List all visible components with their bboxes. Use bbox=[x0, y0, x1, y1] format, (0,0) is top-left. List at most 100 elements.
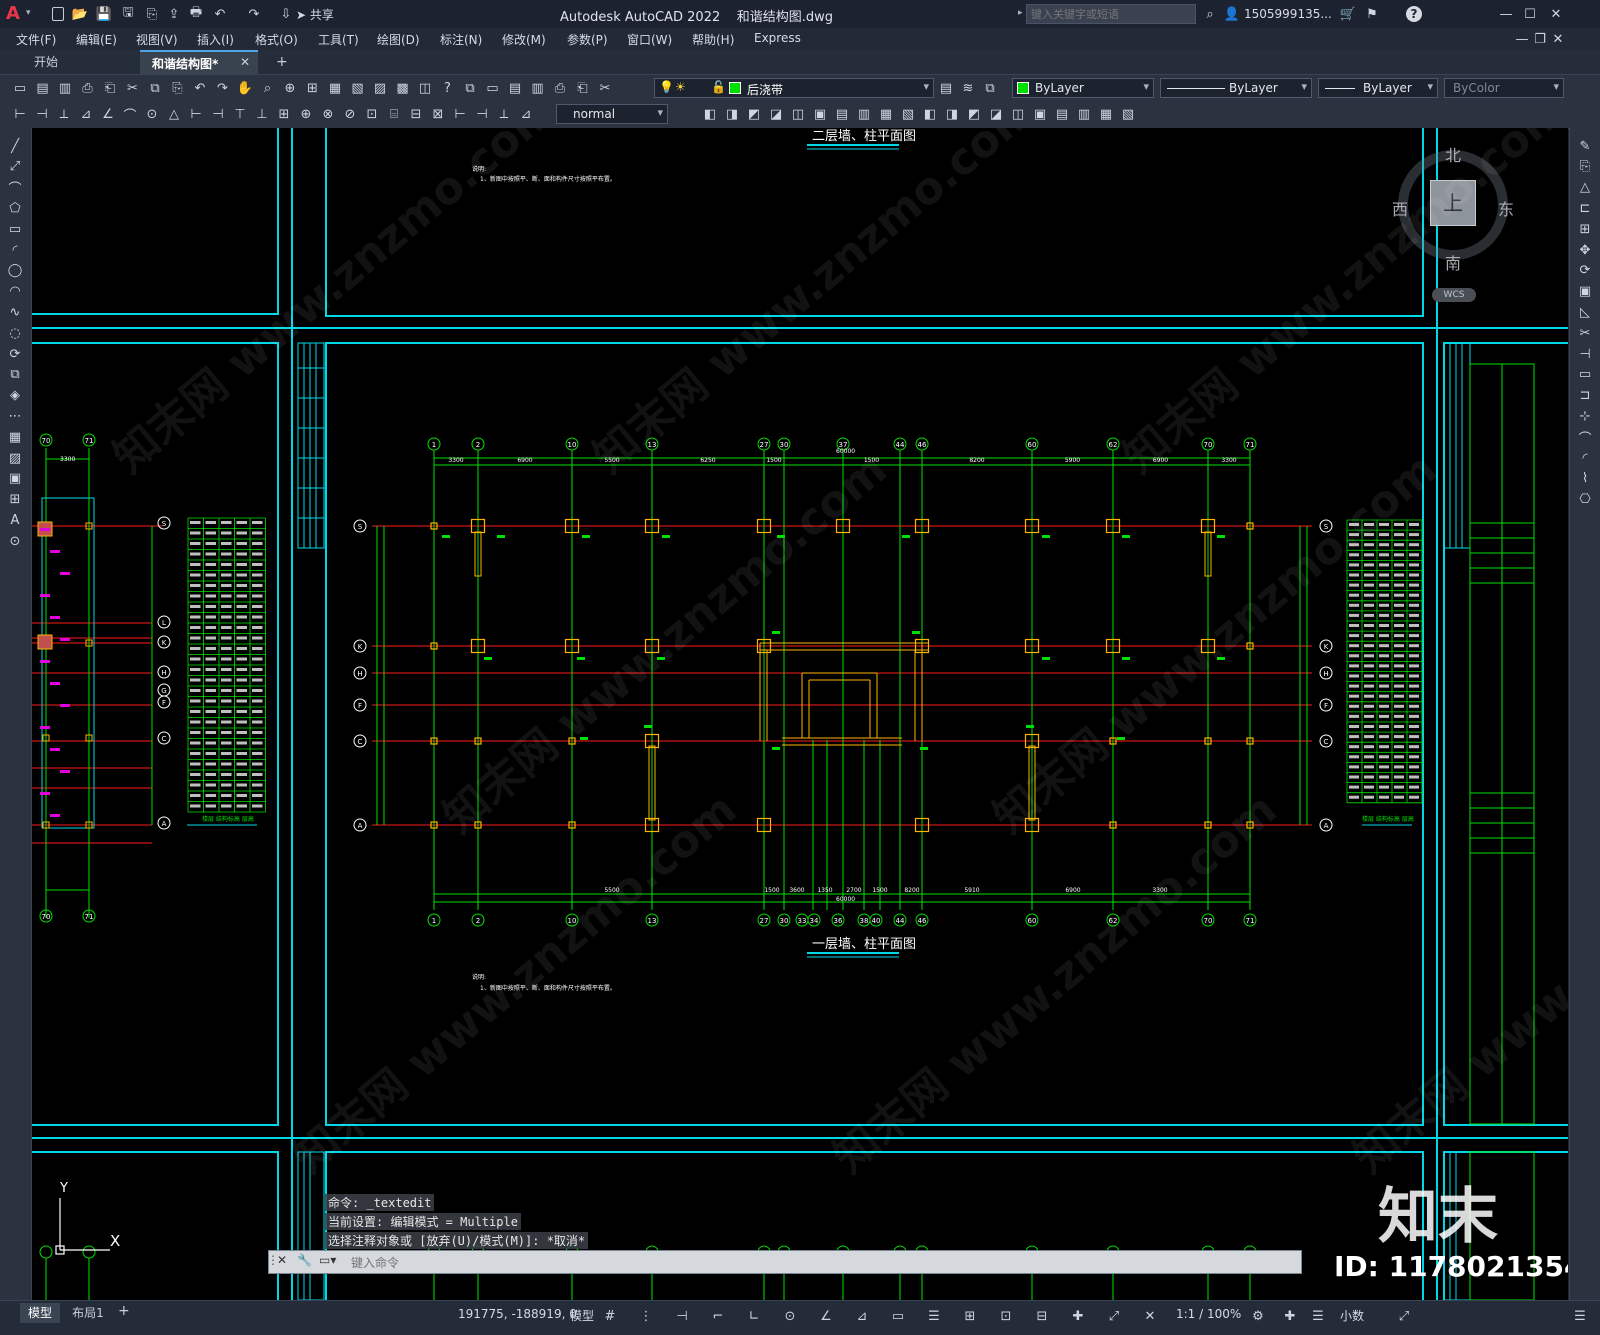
dim-tool-10-icon[interactable]: ⊣ bbox=[208, 104, 228, 124]
dim-tool-3-icon[interactable]: ⟂ bbox=[54, 104, 74, 124]
menu-insert[interactable]: 插入(I) bbox=[197, 31, 234, 48]
modify-tool-18-icon[interactable]: ▥ bbox=[1074, 104, 1094, 124]
app-menu-chevron-icon[interactable]: ▾ bbox=[26, 8, 31, 18]
status-toggle-6-icon[interactable]: ⊙ bbox=[780, 1306, 800, 1326]
modify-tool-10-icon[interactable]: ▧ bbox=[898, 104, 918, 124]
search-icon[interactable]: ⌕ bbox=[1200, 4, 1220, 24]
layer-control[interactable]: 💡 ☀ 🔓 后浇带 ▾ bbox=[654, 78, 934, 98]
status-toggle-5-icon[interactable]: ∟ bbox=[744, 1306, 764, 1326]
menu-parametric[interactable]: 参数(P) bbox=[567, 31, 608, 48]
std-tool-18-icon[interactable]: ▩ bbox=[393, 78, 413, 98]
plotstyle-control[interactable]: ByColor ▾ bbox=[1444, 78, 1564, 98]
dim-tool-24-icon[interactable]: ⊿ bbox=[516, 104, 536, 124]
save-icon[interactable]: 💾 bbox=[94, 4, 114, 24]
draw-tool-20-icon[interactable]: ⊙ bbox=[5, 531, 25, 551]
menu-dimension[interactable]: 标注(N) bbox=[440, 31, 482, 48]
menu-format[interactable]: 格式(O) bbox=[255, 31, 298, 48]
draw-tool-19-icon[interactable]: A bbox=[5, 510, 25, 530]
coordinates-readout[interactable]: 191775, -188919, 0 bbox=[458, 1307, 577, 1321]
std-tool-2-icon[interactable]: ▤ bbox=[33, 78, 53, 98]
doc-minimize-icon[interactable]: — bbox=[1512, 29, 1532, 49]
dim-tool-7-icon[interactable]: ⊙ bbox=[142, 104, 162, 124]
draw-tool-2-icon[interactable]: ⤢ bbox=[5, 157, 25, 177]
std-tool-1-icon[interactable]: ▭ bbox=[10, 78, 30, 98]
dim-tool-19-icon[interactable]: ⊟ bbox=[406, 104, 426, 124]
draw-tool-12-icon[interactable]: ⧉ bbox=[5, 365, 25, 385]
dim-tool-14-icon[interactable]: ⊕ bbox=[296, 104, 316, 124]
draw-tool-14-icon[interactable]: ⋯ bbox=[5, 406, 25, 426]
plus-icon[interactable]: ✚ bbox=[1280, 1306, 1300, 1326]
std-tool-6-icon[interactable]: ✂ bbox=[123, 78, 143, 98]
std-tool-14-icon[interactable]: ⊞ bbox=[303, 78, 323, 98]
menu-draw[interactable]: 绘图(D) bbox=[377, 31, 420, 48]
modify-tool-1-icon[interactable]: ✎ bbox=[1575, 136, 1595, 156]
std-tool-5-icon[interactable]: ⎗ bbox=[100, 78, 120, 98]
modify-tool-17-icon[interactable]: ⌇ bbox=[1575, 469, 1595, 489]
status-toggle-10-icon[interactable]: ☰ bbox=[924, 1306, 944, 1326]
dim-tool-22-icon[interactable]: ⊣ bbox=[472, 104, 492, 124]
help-button[interactable]: ? bbox=[1406, 6, 1422, 22]
modify-tool-15-icon[interactable]: ⌒ bbox=[1575, 427, 1595, 447]
save-as-icon[interactable]: 🖫 bbox=[118, 4, 138, 24]
modify-tool-12-icon[interactable]: ◨ bbox=[942, 104, 962, 124]
status-toggle-7-icon[interactable]: ∠ bbox=[816, 1306, 836, 1326]
modify-tool-8-icon[interactable]: ▥ bbox=[854, 104, 874, 124]
tab-close-icon[interactable]: ✕ bbox=[240, 55, 250, 69]
lineweight-control[interactable]: ByLayer ▾ bbox=[1318, 78, 1438, 98]
a360-icon[interactable]: ⚑ bbox=[1362, 4, 1382, 24]
modify-tool-6-icon[interactable]: ▣ bbox=[810, 104, 830, 124]
dim-tool-4-icon[interactable]: ⊿ bbox=[76, 104, 96, 124]
customize-qat-icon[interactable]: ⇩ bbox=[276, 4, 296, 24]
modify-tool-11-icon[interactable]: ◧ bbox=[920, 104, 940, 124]
std-tool-17-icon[interactable]: ▨ bbox=[370, 78, 390, 98]
draw-tool-15-icon[interactable]: ▦ bbox=[5, 427, 25, 447]
dim-tool-2-icon[interactable]: ⊣ bbox=[32, 104, 52, 124]
modify-tool-18-icon[interactable]: ⎔ bbox=[1575, 490, 1595, 510]
search-input[interactable] bbox=[1026, 4, 1196, 24]
draw-tool-8-icon[interactable]: ◠ bbox=[5, 282, 25, 302]
modify-tool-17-icon[interactable]: ▤ bbox=[1052, 104, 1072, 124]
modify-tool-14-icon[interactable]: ◪ bbox=[986, 104, 1006, 124]
std-tool-10-icon[interactable]: ↷ bbox=[213, 78, 233, 98]
status-toggle-2-icon[interactable]: ⋮ bbox=[636, 1306, 656, 1326]
modify-tool-2-icon[interactable]: ◨ bbox=[722, 104, 742, 124]
lock-icon[interactable]: 🔓 bbox=[711, 80, 726, 94]
dim-tool-8-icon[interactable]: △ bbox=[164, 104, 184, 124]
linetype-control[interactable]: ByLayer ▾ bbox=[1160, 78, 1312, 98]
tab-layout1[interactable]: 布局1 bbox=[66, 1303, 110, 1323]
modify-tool-3-icon[interactable]: ◩ bbox=[744, 104, 764, 124]
share-button[interactable]: ➤ 共享 bbox=[296, 6, 334, 23]
modify-tool-9-icon[interactable]: ▦ bbox=[876, 104, 896, 124]
menu-help[interactable]: 帮助(H) bbox=[692, 31, 734, 48]
dim-tool-16-icon[interactable]: ⊘ bbox=[340, 104, 360, 124]
command-recent-icon[interactable]: ▭▾ bbox=[319, 1253, 336, 1267]
doc-restore-icon[interactable]: ❐ bbox=[1530, 29, 1550, 49]
modify-tool-15-icon[interactable]: ◫ bbox=[1008, 104, 1028, 124]
dim-tool-20-icon[interactable]: ⊠ bbox=[428, 104, 448, 124]
menu-tools[interactable]: 工具(T) bbox=[318, 31, 359, 48]
draw-tool-4-icon[interactable]: ⬠ bbox=[5, 198, 25, 218]
save-web-icon[interactable]: ⇪ bbox=[164, 4, 184, 24]
modify-tool-3-icon[interactable]: △ bbox=[1575, 178, 1595, 198]
redo-icon[interactable]: ↷ bbox=[244, 4, 264, 24]
std-tool-19-icon[interactable]: ◫ bbox=[415, 78, 435, 98]
tab-model[interactable]: 模型 bbox=[20, 1303, 60, 1323]
menu-view[interactable]: 视图(V) bbox=[136, 31, 178, 48]
app-logo-icon[interactable]: A bbox=[6, 4, 24, 24]
new-file-icon[interactable] bbox=[48, 4, 68, 24]
dim-tool-17-icon[interactable]: ⊡ bbox=[362, 104, 382, 124]
status-toggle-11-icon[interactable]: ⊞ bbox=[960, 1306, 980, 1326]
modify-tool-7-icon[interactable]: ⟳ bbox=[1575, 261, 1595, 281]
cart-icon[interactable]: 🛒 bbox=[1338, 4, 1358, 24]
layer-previous-icon[interactable]: ⧉ bbox=[980, 78, 1000, 98]
draw-tool-7-icon[interactable]: ◯ bbox=[5, 261, 25, 281]
status-toggle-12-icon[interactable]: ⊡ bbox=[996, 1306, 1016, 1326]
viewcube-south[interactable]: 南 bbox=[1445, 250, 1461, 274]
tab-active[interactable]: 和谐结构图* ✕ bbox=[140, 50, 258, 74]
modify-tool-14-icon[interactable]: ⊹ bbox=[1575, 406, 1595, 426]
modify-tool-1-icon[interactable]: ◧ bbox=[700, 104, 720, 124]
user-name[interactable]: 1505999135... bbox=[1244, 7, 1332, 21]
menu-file[interactable]: 文件(F) bbox=[16, 31, 56, 48]
command-customize-icon[interactable]: 🔧 bbox=[297, 1253, 312, 1267]
draw-tool-3-icon[interactable]: ⌒ bbox=[5, 178, 25, 198]
